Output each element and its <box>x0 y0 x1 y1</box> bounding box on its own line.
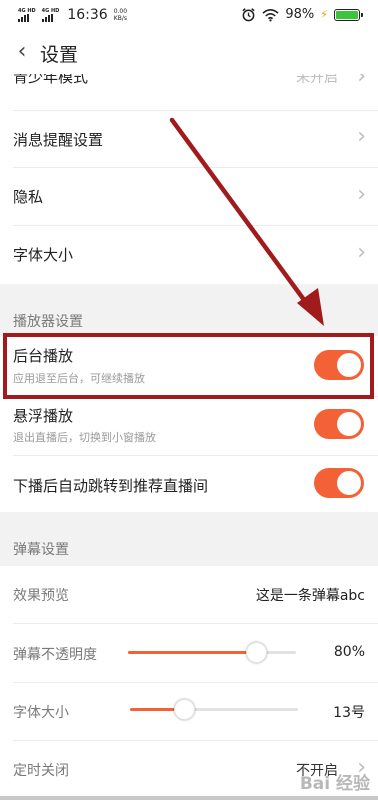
row-label: 字体大小 <box>13 705 69 721</box>
row-subtitle: 退出直播后，切换到小窗播放 <box>13 431 156 444</box>
row-value: 未开启 <box>296 74 338 86</box>
row-label: 字体大小 <box>13 246 74 264</box>
section-header-danmaku: 弹幕设置 <box>0 512 378 566</box>
status-bar: 4G HD 4G HD 16:36 0.00 KB/s 98% ⚡ <box>0 0 378 32</box>
highlight-box <box>3 333 374 399</box>
row-label: 消息提醒设置 <box>13 131 104 149</box>
opacity-value: 80% <box>333 644 365 660</box>
row-label: 下播后自动跳转到推荐直播间 <box>13 477 209 495</box>
status-time: 16:36 <box>67 7 108 23</box>
row-label: 悬浮播放 <box>13 407 74 425</box>
slider-thumb[interactable] <box>174 699 196 720</box>
watermark: Bai 经验 <box>299 774 370 794</box>
settings-row-privacy[interactable]: 隐私 › <box>0 168 378 225</box>
signal-2: 4G HD <box>41 8 59 22</box>
opacity-slider[interactable] <box>128 642 296 663</box>
settings-row-float-play: 悬浮播放 退出直播后，切换到小窗播放 <box>0 397 378 453</box>
battery-icon <box>334 8 363 21</box>
danmaku-preview-text: 这是一条弹幕abc <box>255 588 365 604</box>
font-size-value: 13号 <box>333 705 365 721</box>
charging-icon: ⚡ <box>320 8 328 21</box>
app-header: ‹ 设置 <box>0 32 378 74</box>
network-speed-value: 0.00 <box>113 8 128 15</box>
section-title: 播放器设置 <box>13 314 83 330</box>
row-label: 青少年模式 <box>13 74 89 86</box>
section-title: 弹幕设置 <box>13 542 69 558</box>
alarm-icon <box>242 8 255 22</box>
auto-jump-toggle[interactable] <box>314 468 364 498</box>
status-right: 98% ⚡ <box>241 7 363 22</box>
settings-row-teen-mode[interactable]: 青少年模式 未开启 › <box>0 74 378 110</box>
signal-1-bars-icon <box>18 14 29 22</box>
bottom-strip <box>0 796 378 800</box>
float-play-toggle[interactable] <box>314 409 364 439</box>
chevron-right-icon: › <box>357 124 366 149</box>
row-label: 效果预览 <box>13 588 69 604</box>
settings-row-notification[interactable]: 消息提醒设置 › <box>0 111 378 167</box>
settings-row-auto-jump: 下播后自动跳转到推荐直播间 <box>0 456 378 512</box>
settings-row-danmaku-preview: 效果预览 这是一条弹幕abc <box>0 566 378 623</box>
status-left: 4G HD 4G HD 16:36 0.00 KB/s <box>18 7 127 23</box>
settings-row-font-size[interactable]: 字体大小 › <box>0 226 378 284</box>
chevron-right-icon: › <box>357 74 366 89</box>
wifi-icon <box>262 8 279 22</box>
signal-1: 4G HD <box>18 8 36 22</box>
battery-percent: 98% <box>285 7 315 22</box>
settings-row-danmaku-opacity: 弹幕不透明度 80% <box>0 624 378 682</box>
page-title: 设置 <box>40 44 79 66</box>
chevron-right-icon: › <box>357 182 366 207</box>
signal-2-bars-icon <box>41 14 53 22</box>
chevron-left-icon[interactable]: ‹ <box>10 38 34 66</box>
row-label: 定时关闭 <box>13 763 69 779</box>
font-size-slider[interactable] <box>130 699 298 720</box>
slider-thumb[interactable] <box>245 642 267 663</box>
chevron-right-icon: › <box>357 240 366 265</box>
row-label: 弹幕不透明度 <box>13 647 97 663</box>
settings-row-danmaku-font-size: 字体大小 13号 <box>0 683 378 740</box>
row-label: 隐私 <box>13 188 44 206</box>
network-speed-unit: KB/s <box>113 15 127 22</box>
network-speed: 0.00 KB/s <box>114 8 127 22</box>
section-header-player: 播放器设置 <box>0 284 378 336</box>
